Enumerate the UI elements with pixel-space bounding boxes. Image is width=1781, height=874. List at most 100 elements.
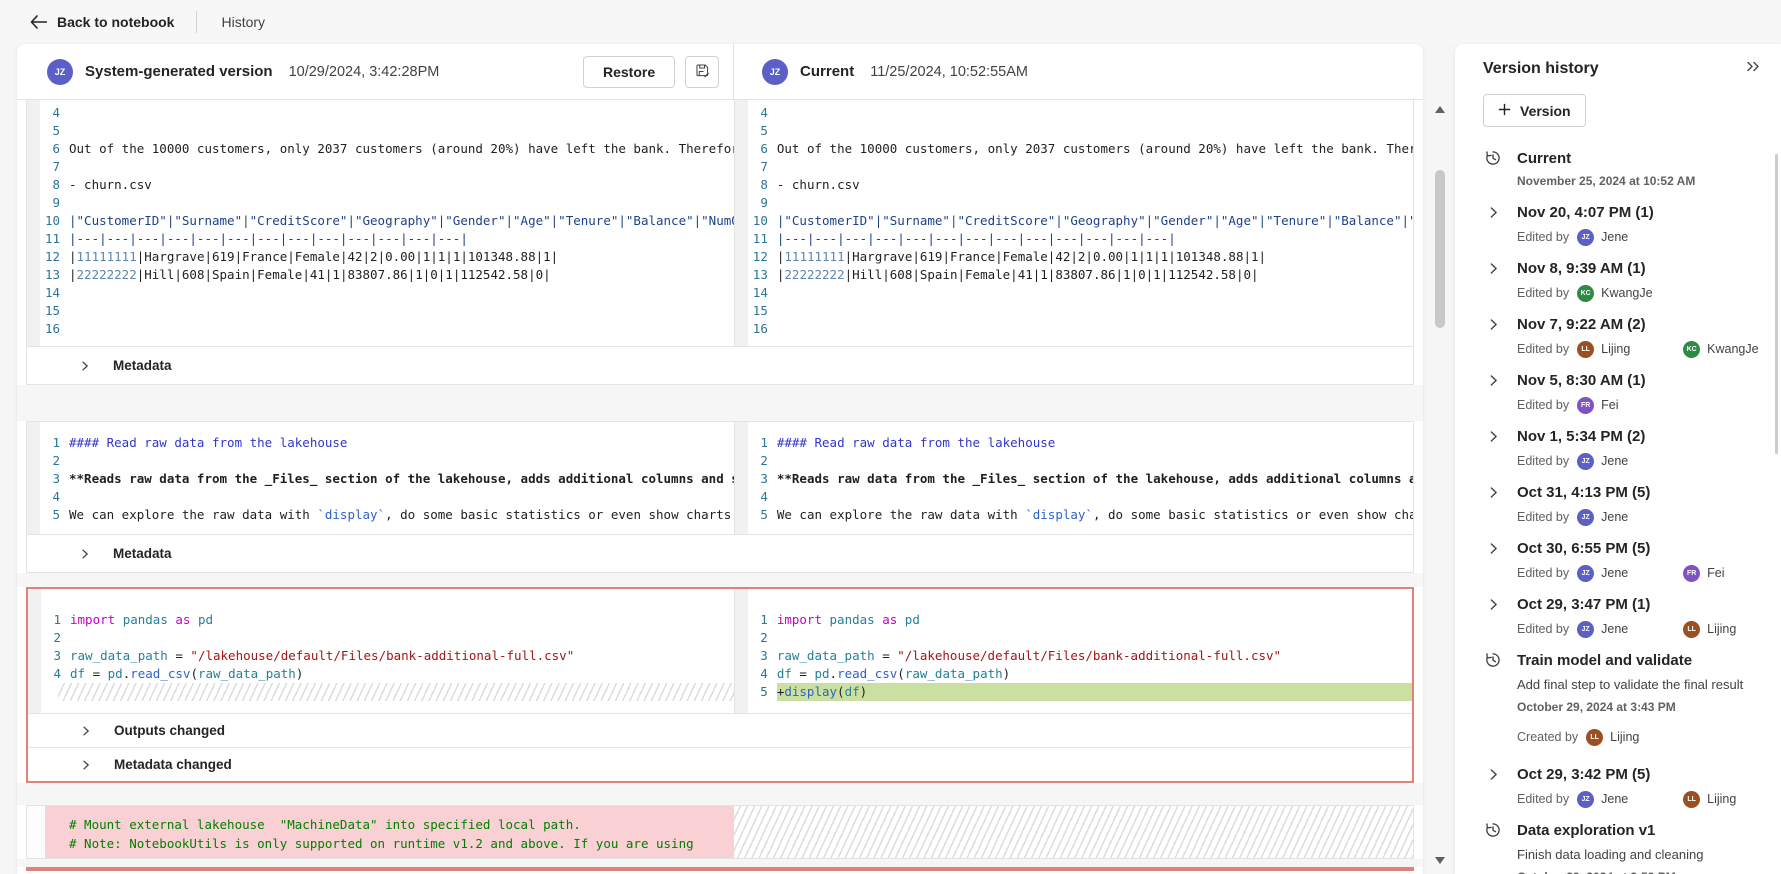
line-number: 1 [27, 434, 69, 452]
chevron-right-icon[interactable] [1483, 542, 1503, 555]
code-line: 4df = pd.read_csv(raw_data_path) [28, 665, 734, 683]
chevron-right-icon[interactable] [1483, 486, 1503, 499]
cell-gap [17, 783, 1423, 805]
line-number: 12 [27, 248, 69, 266]
version-item[interactable]: Oct 31, 4:13 PM (5)Edited byJZJene [1483, 479, 1781, 529]
scrollbar-thumb[interactable] [1435, 170, 1445, 328]
version-item-people: Edited byJZJeneLLLijing [1517, 617, 1781, 641]
version-item-title: Nov 20, 4:07 PM (1) [1517, 204, 1654, 221]
code-line: 10|"CustomerID"|"Surname"|"CreditScore"|… [735, 212, 1413, 230]
person-name: Jene [1601, 622, 1628, 636]
left-version-header: JZ System-generated version 10/29/2024, … [17, 44, 734, 99]
back-to-notebook-button[interactable]: Back to notebook [30, 14, 174, 30]
restore-button[interactable]: Restore [583, 56, 675, 88]
line-number: 3 [735, 470, 777, 488]
code-line [28, 683, 734, 701]
chevron-right-icon[interactable] [1483, 598, 1503, 611]
new-version-button[interactable]: Version [1483, 94, 1586, 127]
history-restore-icon [1483, 651, 1503, 669]
code-line: 11|---|---|---|---|---|---|---|---|---|-… [27, 230, 734, 248]
scroll-down-arrow-icon[interactable] [1435, 857, 1445, 864]
person: FRFei [1577, 397, 1675, 414]
code-line: 1import pandas as pd [735, 611, 1412, 629]
avatar: JZ [1577, 791, 1594, 808]
version-item[interactable]: Oct 30, 6:55 PM (5)Edited byJZJeneFRFei [1483, 535, 1781, 585]
chevron-right-icon[interactable] [1483, 430, 1503, 443]
cell-gutter [27, 806, 45, 858]
history-tab[interactable]: History [221, 14, 265, 30]
collapse-panel-icon[interactable] [1746, 60, 1761, 78]
version-item-people: Created byLLLijing [1517, 725, 1781, 749]
version-item-title: Nov 1, 5:34 PM (2) [1517, 428, 1645, 445]
version-item[interactable]: Nov 7, 9:22 AM (2)Edited byLLLijingKCKwa… [1483, 311, 1781, 361]
diff-header: JZ System-generated version 10/29/2024, … [17, 44, 1423, 100]
version-item-people: Edited byJZJeneLLLijingFRFei [1517, 787, 1781, 811]
code-line: 8- churn.csv [27, 176, 734, 194]
code-line: 13|22222222|Hill|608|Spain|Female|41|1|8… [27, 266, 734, 284]
person: JZJene [1577, 565, 1675, 582]
version-history-title: Version history [1483, 60, 1599, 78]
code-line: 4 [27, 104, 734, 122]
chevron-right-icon[interactable] [1483, 318, 1503, 331]
version-item[interactable]: Nov 8, 9:39 AM (1)Edited byKCKwangJe [1483, 255, 1781, 305]
metadata-expander[interactable]: Metadata [27, 346, 1413, 384]
diff-body: 456Out of the 10000 customers, only 2037… [17, 100, 1423, 871]
scroll-up-arrow-icon[interactable] [1435, 106, 1445, 113]
code-line: 3raw_data_path = "/lakehouse/default/Fil… [735, 647, 1412, 665]
version-item[interactable]: Oct 29, 3:42 PM (5)Edited byJZJeneLLLiji… [1483, 761, 1781, 811]
chevron-right-icon[interactable] [1483, 206, 1503, 219]
code-line: 14 [735, 284, 1413, 302]
metadata-expander[interactable]: Metadata [27, 534, 1413, 572]
chevron-right-icon[interactable] [1483, 374, 1503, 387]
chevron-right-icon[interactable] [1483, 262, 1503, 275]
line-number: 4 [27, 488, 69, 506]
person-name: Jene [1601, 792, 1628, 806]
people-label: Edited by [1517, 510, 1569, 524]
person: KCKwangJe [1577, 285, 1675, 302]
person-name: Fei [1707, 566, 1724, 580]
left-version-title: System-generated version [85, 63, 273, 80]
line-number: 12 [735, 248, 777, 266]
diff-cell-removed-code: # Mount external lakehouse "MachineData"… [26, 805, 1414, 859]
removed-cell-placeholder [734, 806, 1413, 858]
code-line: 15 [735, 302, 1413, 320]
line-number: 14 [735, 284, 777, 302]
metadata-changed-expander[interactable]: Metadata changed [28, 747, 1412, 781]
line-number: 4 [735, 665, 777, 683]
version-diff-card: JZ System-generated version 10/29/2024, … [17, 44, 1423, 874]
left-version-timestamp: 10/29/2024, 3:42:28PM [289, 64, 440, 80]
new-version-label: Version [1520, 103, 1571, 119]
version-item[interactable]: Data exploration v1Finish data loading a… [1483, 817, 1781, 874]
back-arrow-icon [30, 15, 47, 29]
save-edit-icon [694, 62, 711, 82]
chevron-right-icon[interactable] [1483, 768, 1503, 781]
main-vertical-scrollbar[interactable] [1431, 98, 1449, 874]
version-item-people: Edited byLLLijingKCKwangJe [1517, 337, 1781, 361]
code-line: 15 [27, 302, 734, 320]
version-item[interactable]: Nov 20, 4:07 PM (1)Edited byJZJene [1483, 199, 1781, 249]
avatar: JZ [1577, 229, 1594, 246]
cell-left-pane: 456Out of the 10000 customers, only 2037… [27, 100, 734, 346]
save-as-version-button[interactable] [685, 56, 719, 88]
version-item-title: Oct 29, 3:42 PM (5) [1517, 766, 1650, 783]
version-item[interactable]: CurrentNovember 25, 2024 at 10:52 AM [1483, 145, 1781, 193]
code-line: 7 [735, 158, 1413, 176]
version-item[interactable]: Oct 29, 3:47 PM (1)Edited byJZJeneLLLiji… [1483, 591, 1781, 641]
history-restore-icon [1483, 821, 1503, 839]
line-number: 3 [28, 647, 70, 665]
version-item-title: Nov 8, 9:39 AM (1) [1517, 260, 1646, 277]
code-line: 12|11111111|Hargrave|619|France|Female|4… [735, 248, 1413, 266]
sidebar-scrollbar[interactable] [1775, 154, 1778, 454]
version-item[interactable]: Train model and validateAdd final step t… [1483, 647, 1781, 749]
version-item[interactable]: Nov 1, 5:34 PM (2)Edited byJZJene [1483, 423, 1781, 473]
next-changed-cell-edge [26, 867, 1414, 871]
line-number: 4 [735, 488, 777, 506]
code-line: 11|---|---|---|---|---|---|---|---|---|-… [735, 230, 1413, 248]
avatar: FR [1577, 397, 1594, 414]
people-label: Edited by [1517, 230, 1569, 244]
outputs-changed-expander[interactable]: Outputs changed [28, 713, 1412, 747]
code-line: 8- churn.csv [735, 176, 1413, 194]
line-number: 13 [735, 266, 777, 284]
version-item[interactable]: Nov 5, 8:30 AM (1)Edited byFRFei [1483, 367, 1781, 417]
version-item-people: Edited byJZJene [1517, 225, 1781, 249]
